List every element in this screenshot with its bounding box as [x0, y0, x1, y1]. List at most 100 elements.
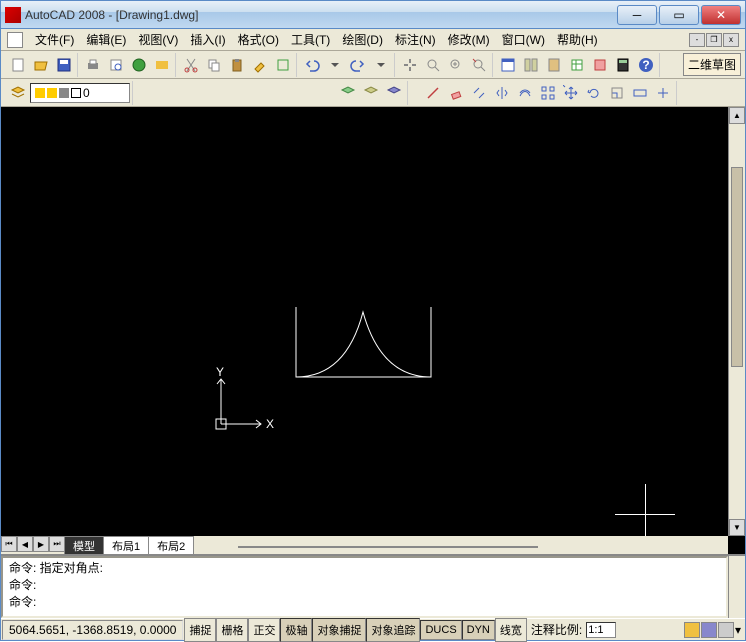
status-drop-icon[interactable]: ▾: [735, 623, 741, 637]
mdi-minimize-button[interactable]: -: [689, 33, 705, 47]
menu-edit[interactable]: 编辑(E): [80, 29, 132, 50]
menu-window[interactable]: 窗口(W): [496, 29, 551, 50]
vertical-scrollbar[interactable]: ▲ ▼: [728, 107, 745, 536]
move-button[interactable]: [560, 82, 582, 104]
titlebar: AutoCAD 2008 - [Drawing1.dwg] ─ ▭ ✕: [1, 1, 745, 29]
open-button[interactable]: [30, 54, 52, 76]
anno-scale-input[interactable]: [586, 622, 616, 638]
menu-insert[interactable]: 插入(I): [184, 29, 231, 50]
menu-view[interactable]: 视图(V): [132, 29, 184, 50]
bulb-icon: [35, 88, 45, 98]
lock-icon: [59, 88, 69, 98]
stretch-button[interactable]: [629, 82, 651, 104]
status-tray-icon[interactable]: [718, 622, 734, 638]
print-button[interactable]: [82, 54, 104, 76]
menu-help[interactable]: 帮助(H): [551, 29, 604, 50]
markup-button[interactable]: [589, 54, 611, 76]
quickcalc-button[interactable]: [612, 54, 634, 76]
menu-file[interactable]: 文件(F): [29, 29, 80, 50]
app-icon: [5, 7, 21, 23]
menu-format[interactable]: 格式(O): [232, 29, 285, 50]
minimize-button[interactable]: ─: [617, 5, 657, 25]
cmd-line1: 命令: 指定对角点:: [9, 561, 103, 575]
layer-iso-button[interactable]: [360, 82, 382, 104]
layer-manager-button[interactable]: [7, 82, 29, 104]
cut-button[interactable]: [180, 54, 202, 76]
tab-first-button[interactable]: ⏮: [1, 536, 17, 552]
tab-prev-button[interactable]: ◀: [17, 536, 33, 552]
design-center-button[interactable]: [520, 54, 542, 76]
mdi-restore-button[interactable]: ❐: [706, 33, 722, 47]
tab-layout1[interactable]: 布局1: [103, 536, 149, 554]
toggle-grid[interactable]: 栅格: [216, 618, 248, 642]
scroll-thumb-v[interactable]: [731, 167, 743, 367]
scale-button[interactable]: [606, 82, 628, 104]
trim-button[interactable]: [652, 82, 674, 104]
toggle-osnap[interactable]: 对象捕捉: [312, 618, 366, 642]
redo-button[interactable]: [347, 54, 369, 76]
zoom-window-button[interactable]: [445, 54, 467, 76]
mdi-close-button[interactable]: x: [723, 33, 739, 47]
undo-drop-icon[interactable]: [324, 54, 346, 76]
zoom-rt-button[interactable]: [422, 54, 444, 76]
new-button[interactable]: [7, 54, 29, 76]
toggle-ortho[interactable]: 正交: [248, 618, 280, 642]
command-text[interactable]: 命令: 指定对角点: 命令: 命令:: [1, 556, 728, 618]
menu-modify[interactable]: 修改(M): [442, 29, 496, 50]
toggle-ducs[interactable]: DUCS: [420, 620, 461, 640]
toggle-otrack[interactable]: 对象追踪: [366, 618, 420, 642]
tab-next-button[interactable]: ▶: [33, 536, 49, 552]
layer-prev-button[interactable]: [337, 82, 359, 104]
command-scrollbar[interactable]: [728, 556, 745, 618]
drawing-area[interactable]: X Y ▲ ▼ ⏮ ◀ ▶ ⏭ 模型 布局1 布局2: [1, 107, 745, 554]
toggle-polar[interactable]: 极轴: [280, 618, 312, 642]
copy-obj-button[interactable]: [468, 82, 490, 104]
zoom-prev-button[interactable]: [468, 54, 490, 76]
tab-last-button[interactable]: ⏭: [49, 536, 65, 552]
tab-scrollbar-row: ⏮ ◀ ▶ ⏭ 模型 布局1 布局2: [1, 536, 728, 554]
paste-button[interactable]: [226, 54, 248, 76]
help-button[interactable]: ?: [635, 54, 657, 76]
tab-layout2[interactable]: 布局2: [148, 536, 194, 554]
menu-draw[interactable]: 绘图(D): [336, 29, 389, 50]
redo-drop-icon[interactable]: [370, 54, 392, 76]
print-preview-button[interactable]: [105, 54, 127, 76]
scroll-thumb-h[interactable]: [238, 546, 538, 548]
coords-display[interactable]: 5064.5651, -1368.8519, 0.0000: [2, 620, 183, 640]
toggle-snap[interactable]: 捕捉: [184, 618, 216, 642]
layer-name: 0: [83, 86, 90, 100]
menu-dim[interactable]: 标注(N): [389, 29, 442, 50]
toggle-dyn[interactable]: DYN: [462, 620, 495, 640]
mirror-button[interactable]: [491, 82, 513, 104]
tab-model[interactable]: 模型: [64, 536, 104, 554]
svg-text:?: ?: [642, 58, 649, 72]
rotate-button[interactable]: [583, 82, 605, 104]
document-icon[interactable]: [7, 32, 23, 48]
close-button[interactable]: ✕: [701, 5, 741, 25]
layer-dropdown[interactable]: 0: [30, 83, 130, 103]
save-button[interactable]: [53, 54, 75, 76]
plot-button[interactable]: [151, 54, 173, 76]
copy-button[interactable]: [203, 54, 225, 76]
toggle-lwt[interactable]: 线宽: [495, 618, 527, 642]
erase-button[interactable]: [445, 82, 467, 104]
maximize-button[interactable]: ▭: [659, 5, 699, 25]
properties-button[interactable]: [497, 54, 519, 76]
scroll-down-icon[interactable]: ▼: [729, 519, 745, 536]
sheet-set-button[interactable]: [566, 54, 588, 76]
pan-button[interactable]: [399, 54, 421, 76]
array-button[interactable]: [537, 82, 559, 104]
block-editor-button[interactable]: [272, 54, 294, 76]
offset-button[interactable]: [514, 82, 536, 104]
undo-button[interactable]: [301, 54, 323, 76]
anno-visibility-icon[interactable]: [684, 622, 700, 638]
match-props-button[interactable]: [249, 54, 271, 76]
menu-tools[interactable]: 工具(T): [285, 29, 336, 50]
workspace-label[interactable]: 二维草图: [683, 53, 741, 76]
line-button[interactable]: [422, 82, 444, 104]
scroll-up-icon[interactable]: ▲: [729, 107, 745, 124]
anno-autoscale-icon[interactable]: [701, 622, 717, 638]
tool-palettes-button[interactable]: [543, 54, 565, 76]
layer-states-button[interactable]: [383, 82, 405, 104]
publish-button[interactable]: [128, 54, 150, 76]
